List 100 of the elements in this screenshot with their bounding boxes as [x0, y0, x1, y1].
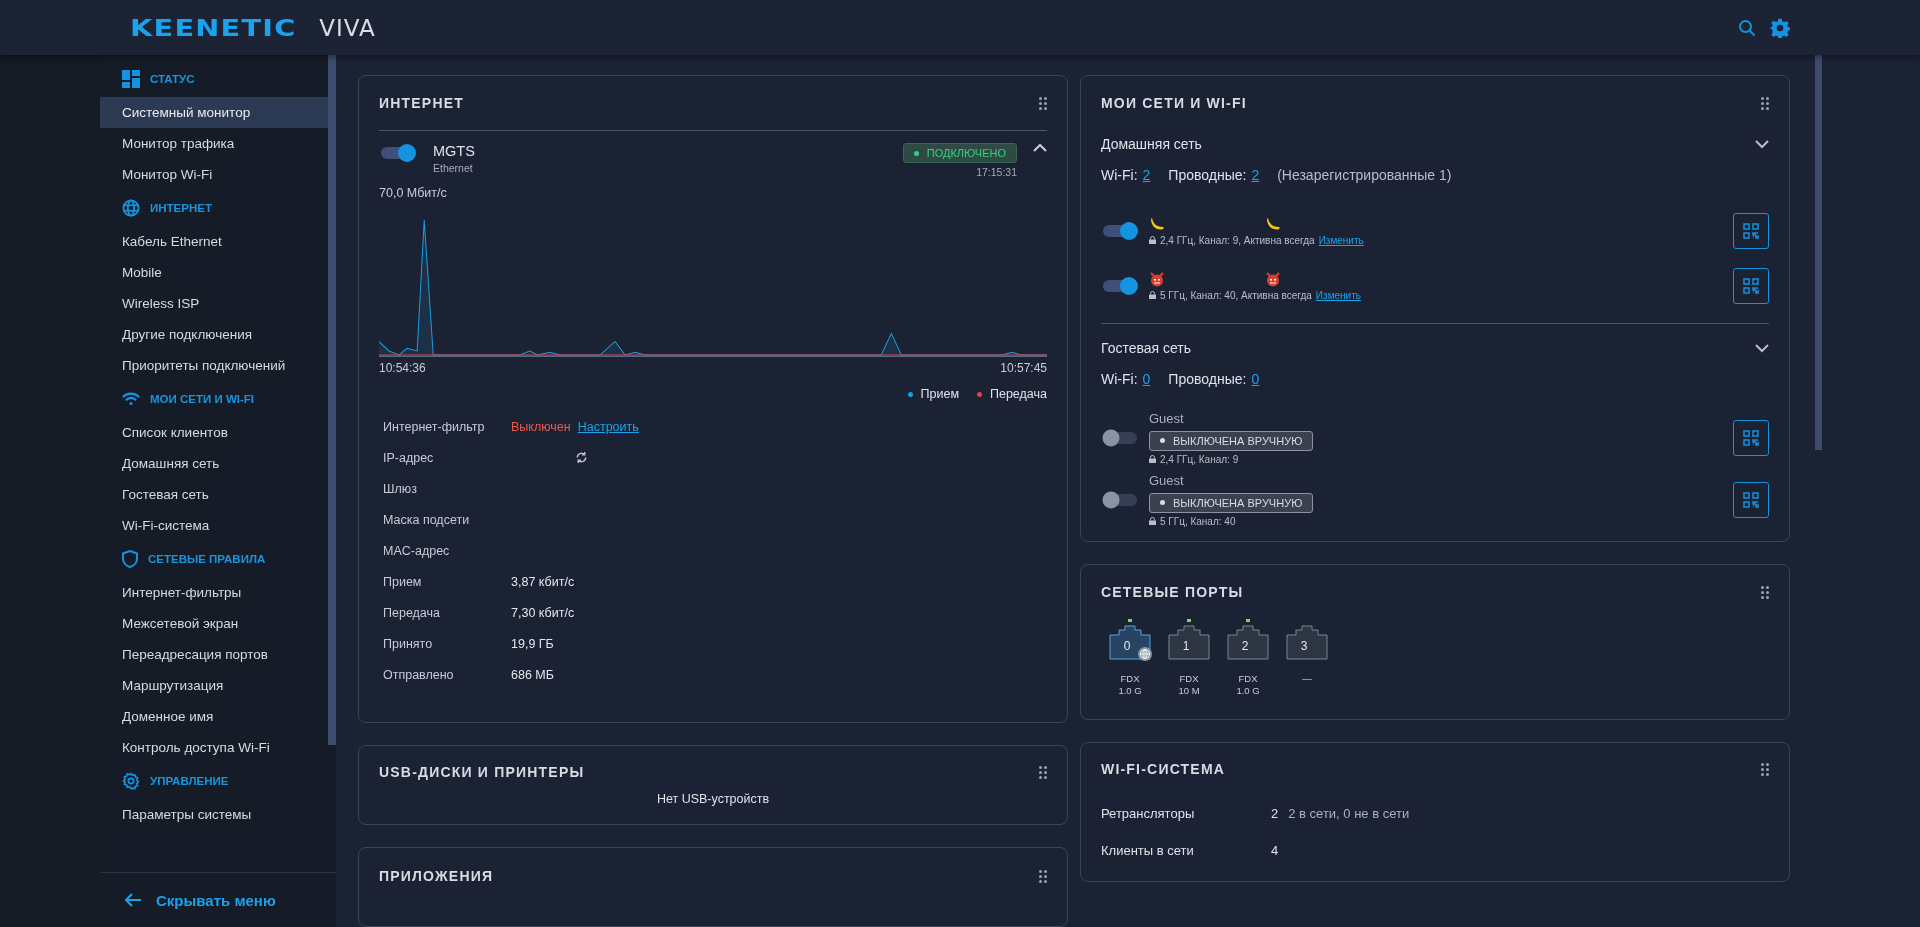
menu-item[interactable]: Wi-Fi-система	[100, 510, 328, 541]
drag-handle-icon[interactable]	[1761, 96, 1769, 110]
menu-section-title: МОИ СЕТИ И WI-FI	[150, 393, 254, 405]
devil-face-icon	[1149, 270, 1165, 287]
qr-code-button[interactable]	[1733, 482, 1769, 518]
info-label: Передача	[383, 604, 441, 622]
chevron-up-icon[interactable]	[1033, 143, 1047, 153]
network-details: 5 ГГц, Канал: 40	[1160, 515, 1236, 527]
count-link[interactable]: 2	[1251, 167, 1260, 183]
status-badge: ПОДКЛЮЧЕНО	[902, 143, 1017, 163]
menu-item[interactable]: Межсетевой экран	[100, 608, 328, 639]
qr-code-button[interactable]	[1733, 212, 1769, 249]
menu-item[interactable]: Монитор трафика	[100, 128, 328, 159]
info-label: Принято	[383, 635, 434, 653]
connection-type: Ethernet	[433, 162, 474, 174]
status-badge: ВЫКЛЮЧЕНА ВРУЧНУЮ	[1149, 492, 1314, 513]
chevron-down-icon[interactable]	[1755, 343, 1769, 353]
toggle-switch[interactable]	[1101, 428, 1139, 448]
card-title: ПРИЛОЖЕНИЯ	[379, 868, 494, 884]
card-title: СЕТЕВЫЕ ПОРТЫ	[1101, 584, 1244, 600]
count-link[interactable]: 0	[1251, 371, 1260, 387]
info-note: 2 в сети, 0 не в сети	[1288, 805, 1411, 823]
toggle-switch[interactable]	[1101, 275, 1139, 296]
drag-handle-icon[interactable]	[1761, 762, 1769, 776]
menu-item[interactable]: Параметры системы	[100, 799, 328, 830]
drag-handle-icon[interactable]	[1761, 585, 1769, 599]
drag-handle-icon[interactable]	[1039, 765, 1047, 779]
count-label: Wi-Fi:	[1101, 371, 1138, 387]
devil-face-icon	[1265, 270, 1281, 287]
toggle-switch[interactable]	[379, 143, 417, 163]
legend-label: Передача	[990, 387, 1047, 401]
port-speed: 10 M	[1178, 685, 1200, 697]
menu-item[interactable]: Монитор Wi-Fi	[100, 159, 328, 190]
menu-item[interactable]: Интернет-фильтры	[100, 577, 328, 608]
chevron-down-icon[interactable]	[1755, 139, 1769, 149]
menu-section-title: СТАТУС	[150, 73, 195, 85]
edit-link[interactable]: Изменить	[1318, 234, 1364, 246]
menu-item[interactable]: Домашняя сеть	[100, 448, 328, 479]
network-name: Guest	[1149, 411, 1185, 427]
brand-logo: KEENETIC	[130, 14, 297, 41]
graph-start-time: 10:54:36	[379, 361, 426, 375]
group-title: Гостевая сеть	[1101, 340, 1192, 356]
card-title: ИНТЕРНЕТ	[379, 95, 464, 111]
card-title: USB-ДИСКИ И ПРИНТЕРЫ	[379, 764, 585, 780]
menu-item[interactable]: Кабель Ethernet	[100, 226, 328, 257]
port-duplex: FDX	[1238, 673, 1258, 685]
menu-item[interactable]: Маршрутизация	[100, 670, 328, 701]
unregistered-note: (Незарегистрированные 1)	[1277, 167, 1452, 183]
info-label: MAC-адрес	[383, 542, 451, 560]
drag-handle-icon[interactable]	[1039, 869, 1047, 883]
qr-code-icon	[1743, 430, 1759, 446]
count-label: Wi-Fi:	[1101, 167, 1138, 183]
lock-icon	[1149, 517, 1156, 526]
menu-item[interactable]: Список клиентов	[100, 417, 328, 448]
network-details: 2,4 ГГц, Канал: 9, Активна всегда	[1160, 234, 1315, 246]
info-label: Ретрансляторы	[1101, 805, 1196, 823]
connection-name: MGTS	[433, 143, 476, 159]
menu-item[interactable]: Mobile	[100, 257, 328, 288]
refresh-icon	[575, 451, 588, 464]
connection-time: 17:15:31	[976, 166, 1017, 178]
filter-status: Выключен	[511, 419, 571, 434]
scrollbar[interactable]	[1815, 55, 1822, 450]
globe-icon	[122, 199, 140, 217]
search-icon[interactable]	[1738, 18, 1756, 37]
info-label: Маска подсети	[383, 511, 471, 529]
info-value: 4	[1271, 842, 1280, 860]
settings-icon[interactable]	[1770, 17, 1790, 38]
scrollbar[interactable]	[328, 55, 336, 745]
graph-end-time: 10:57:45	[1000, 361, 1047, 375]
drag-handle-icon[interactable]	[1039, 96, 1047, 110]
menu-item[interactable]: Переадресация портов	[100, 639, 328, 670]
qr-code-button[interactable]	[1733, 267, 1769, 304]
menu-item[interactable]: Другие подключения	[100, 319, 328, 350]
info-label: Клиенты в сети	[1101, 842, 1195, 860]
arrow-left-icon	[124, 892, 142, 908]
card-title: WI-FI-СИСТЕМА	[1101, 761, 1226, 777]
info-value: 2	[1271, 805, 1280, 823]
status-badge: ВЫКЛЮЧЕНА ВРУЧНУЮ	[1149, 430, 1314, 451]
menu-item[interactable]: Системный монитор	[100, 97, 328, 128]
menu-item[interactable]: Wireless ISP	[100, 288, 328, 319]
info-value: 7,30 кбит/с	[511, 605, 575, 620]
toggle-switch[interactable]	[1101, 220, 1139, 241]
edit-link[interactable]: Изменить	[1315, 289, 1361, 301]
toggle-switch[interactable]	[1101, 490, 1139, 510]
menu-item[interactable]: Гостевая сеть	[100, 479, 328, 510]
group-title: Домашняя сеть	[1101, 136, 1202, 152]
qr-code-button[interactable]	[1733, 420, 1769, 456]
menu-item[interactable]: Приоритеты подключений	[100, 350, 328, 381]
port-duplex: FDX	[1179, 673, 1199, 685]
model-name: VIVA	[319, 14, 376, 41]
configure-link[interactable]: Настроить	[577, 419, 639, 434]
qr-code-icon	[1743, 277, 1759, 294]
info-label: Интернет-фильтр	[383, 418, 486, 436]
qr-code-icon	[1743, 492, 1759, 508]
menu-item[interactable]: Контроль доступа Wi-Fi	[100, 732, 328, 763]
count-link[interactable]: 0	[1142, 371, 1151, 387]
menu-item[interactable]: Доменное имя	[100, 701, 328, 732]
count-label: Проводные:	[1168, 371, 1247, 387]
wifi-icon	[122, 392, 140, 406]
count-link[interactable]: 2	[1142, 167, 1151, 183]
